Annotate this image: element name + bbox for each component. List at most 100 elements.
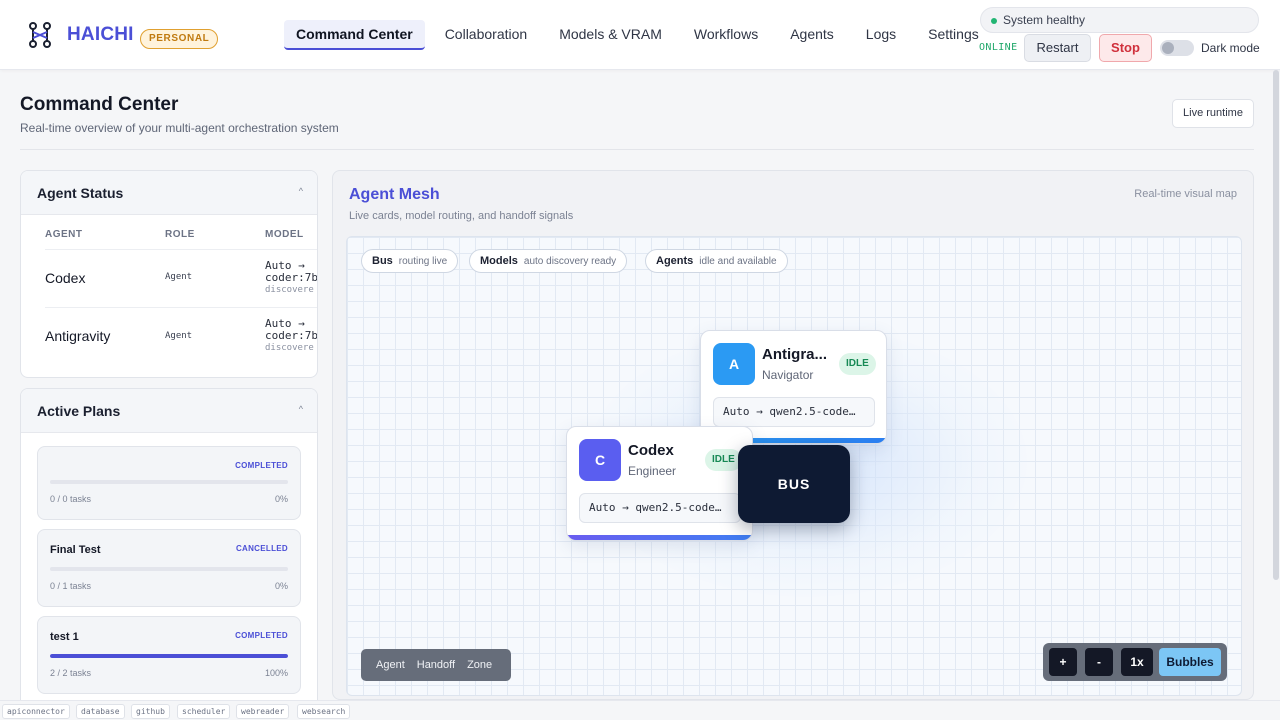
plan-percent: 100%	[264, 668, 288, 678]
model-line: coder:7b	[265, 271, 318, 284]
zoom-level-button[interactable]: 1x	[1121, 648, 1153, 676]
active-plans-title: Active Plans	[37, 403, 121, 419]
agent-node-codex[interactable]: C Codex Engineer IDLE Auto → qwen2.5-cod…	[566, 426, 753, 541]
tool-chip[interactable]: github	[131, 704, 170, 719]
zoom-controls: + - 1x Bubbles	[1043, 643, 1227, 681]
active-plans-card: Active Plans ^ COMPLETED 0 / 0 tasks 0% …	[20, 388, 318, 718]
plan-card[interactable]: test 1 COMPLETED 2 / 2 tasks 100%	[37, 616, 301, 694]
models-pill: Models auto discovery ready	[469, 249, 628, 273]
dark-mode-toggle[interactable]	[1160, 40, 1194, 56]
bubbles-toggle-button[interactable]: Bubbles	[1159, 648, 1221, 676]
legend-handoff[interactable]: Handoff	[417, 659, 455, 671]
agent-row-role: Agent	[165, 331, 193, 341]
agent-node-role: Navigator	[762, 368, 814, 382]
mesh-map-label: Real-time visual map	[1134, 188, 1237, 200]
plan-status: CANCELLED	[235, 544, 288, 553]
nav-collaboration[interactable]: Collaboration	[433, 20, 540, 50]
collapse-caret-icon[interactable]: ^	[299, 186, 303, 196]
active-plans-header[interactable]: Active Plans ^	[21, 389, 317, 433]
pill-value: routing live	[398, 256, 448, 267]
page-scrollbar[interactable]	[1273, 70, 1279, 580]
toggle-knob	[1162, 42, 1174, 54]
nav-workflows[interactable]: Workflows	[682, 20, 770, 50]
tool-chip[interactable]: database	[76, 704, 125, 719]
pill-key: Agents	[656, 255, 694, 267]
plan-tasks: 2 / 2 tasks	[50, 668, 92, 678]
plan-name: test 1	[50, 631, 79, 643]
top-header: HAICHI PERSONAL Command Center Collabora…	[0, 0, 1280, 70]
legend-zone[interactable]: Zone	[467, 659, 492, 671]
plan-status: COMPLETED	[235, 461, 288, 470]
nav-agents[interactable]: Agents	[778, 20, 846, 50]
table-divider	[45, 307, 317, 308]
tool-chip[interactable]: websearch	[297, 704, 351, 719]
plan-tasks: 0 / 0 tasks	[50, 494, 92, 504]
plan-percent: 0%	[274, 494, 288, 504]
tool-chip[interactable]: webreader	[236, 704, 290, 719]
page-title: Command Center	[20, 94, 179, 115]
nav-models-vram[interactable]: Models & VRAM	[547, 20, 674, 50]
col-model: MODEL	[265, 229, 304, 240]
col-agent: AGENT	[45, 229, 83, 240]
tool-chip[interactable]: scheduler	[177, 704, 231, 719]
nav-command-center[interactable]: Command Center	[284, 20, 425, 50]
dark-mode-label: Dark mode	[1201, 41, 1260, 55]
haichi-logo-icon	[29, 22, 51, 48]
plan-progress-bar	[50, 567, 288, 571]
agent-row-model: Auto → coder:7b discovere	[265, 318, 318, 354]
agent-row-role: Agent	[165, 272, 193, 282]
model-line: discovere	[265, 343, 314, 353]
mesh-title: Agent Mesh	[349, 186, 440, 203]
pill-key: Bus	[372, 255, 393, 267]
agent-mesh-panel: Agent Mesh Live cards, model routing, an…	[332, 170, 1254, 700]
live-runtime-button[interactable]: Live runtime	[1172, 99, 1254, 128]
node-accent-stripe	[567, 535, 752, 540]
model-line: coder:7b	[265, 329, 318, 342]
agent-avatar: A	[713, 343, 755, 385]
health-text: System healthy	[1003, 13, 1086, 27]
plan-progress-fill	[50, 654, 288, 658]
plan-tasks: 0 / 1 tasks	[50, 581, 92, 591]
zoom-out-button[interactable]: -	[1085, 648, 1113, 676]
legend-agent[interactable]: Agent	[376, 659, 405, 671]
agent-node-route: Auto → qwen2.5-code…	[579, 493, 741, 523]
zoom-in-button[interactable]: +	[1049, 648, 1077, 676]
agent-row-name[interactable]: Codex	[45, 270, 85, 286]
model-line: discovere	[265, 285, 314, 295]
mesh-canvas[interactable]: Bus routing live Models auto discovery rea…	[346, 236, 1242, 696]
pill-value: idle and available	[699, 256, 777, 267]
tools-footer: apiconnector database github scheduler w…	[0, 700, 1280, 720]
nav-logs[interactable]: Logs	[854, 20, 908, 50]
agent-row-model: Auto → coder:7b discovere	[265, 260, 318, 296]
pill-value: auto discovery ready	[523, 256, 617, 267]
mesh-legend: Agent Handoff Zone	[361, 649, 511, 681]
agent-status-card: Agent Status ^ AGENT ROLE MODEL Codex Ag…	[20, 170, 318, 378]
idle-status-badge: IDLE	[705, 449, 742, 471]
plan-name: Final Test	[50, 544, 101, 556]
page-subtitle: Real-time overview of your multi-agent o…	[20, 121, 339, 135]
agent-status-header[interactable]: Agent Status ^	[21, 171, 317, 215]
agent-node-name: Antigra...	[762, 346, 828, 363]
col-role: ROLE	[165, 229, 195, 240]
agent-row-name[interactable]: Antigravity	[45, 328, 110, 344]
bus-node[interactable]: BUS	[738, 445, 850, 523]
idle-status-badge: IDLE	[839, 353, 876, 375]
tool-chip[interactable]: apiconnector	[2, 704, 70, 719]
plan-progress-bar	[50, 480, 288, 484]
stop-button[interactable]: Stop	[1099, 34, 1152, 62]
pill-key: Models	[480, 255, 518, 267]
plan-percent: 0%	[274, 581, 288, 591]
restart-button[interactable]: Restart	[1024, 34, 1091, 62]
divider	[20, 149, 1254, 150]
table-divider	[45, 249, 317, 250]
agent-node-route: Auto → qwen2.5-code…	[713, 397, 875, 427]
agent-node-name: Codex	[628, 442, 674, 459]
health-dot-icon	[991, 18, 997, 24]
online-status: ONLINE	[979, 42, 1018, 53]
plan-card[interactable]: Final Test CANCELLED 0 / 1 tasks 0%	[37, 529, 301, 607]
plan-card[interactable]: COMPLETED 0 / 0 tasks 0%	[37, 446, 301, 520]
collapse-caret-icon[interactable]: ^	[299, 404, 303, 414]
mesh-subtitle: Live cards, model routing, and handoff s…	[349, 210, 574, 222]
agents-pill: Agents idle and available	[645, 249, 788, 273]
brand-name: HAICHI	[67, 24, 134, 45]
